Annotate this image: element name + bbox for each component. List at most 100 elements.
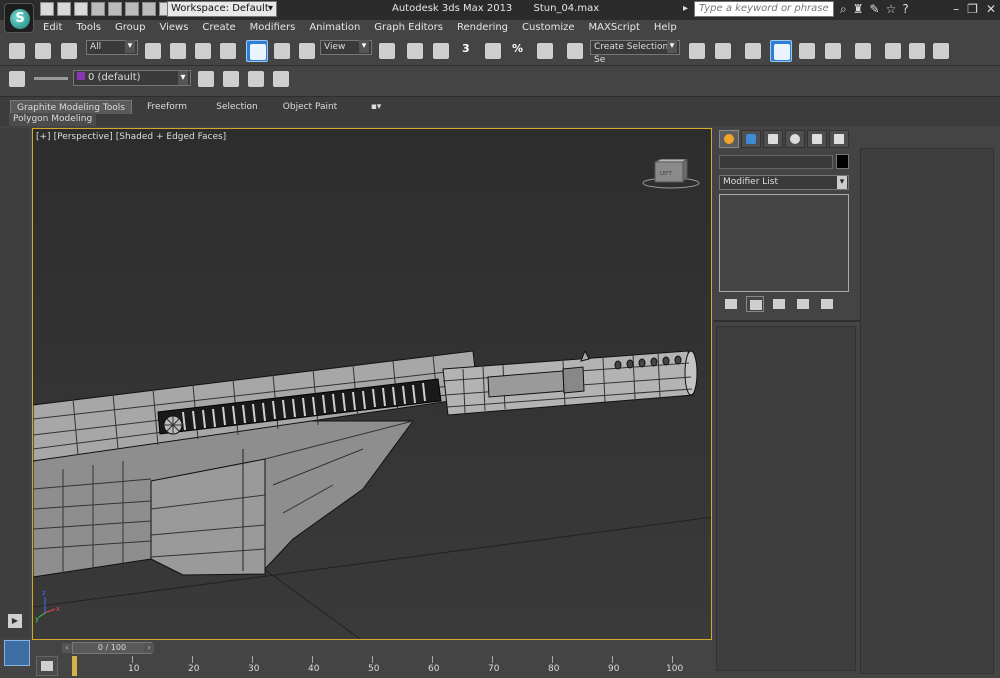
- rectangular-selection-icon[interactable]: [192, 40, 214, 62]
- tab-object-paint[interactable]: Object Paint: [280, 100, 340, 114]
- select-objects-in-layer-icon[interactable]: [245, 68, 267, 90]
- modifier-stack[interactable]: [719, 194, 849, 292]
- select-and-scale-icon[interactable]: [296, 40, 318, 62]
- selection-filter-dropdown[interactable]: All: [86, 40, 138, 55]
- viewport-point-of-view[interactable]: [Perspective]: [54, 132, 113, 142]
- tab-utilities[interactable]: [829, 130, 849, 148]
- graphite-toggle-icon[interactable]: [770, 40, 792, 62]
- window-crossing-icon[interactable]: [217, 40, 239, 62]
- viewcube[interactable]: LEFT: [641, 158, 701, 189]
- keyboard-shortcut-override-icon[interactable]: [430, 40, 452, 62]
- minimize-icon[interactable]: –: [953, 2, 959, 16]
- set-current-layer-icon[interactable]: [270, 68, 292, 90]
- binoculars-search-icon[interactable]: ⌕: [840, 2, 847, 17]
- menu-modifiers[interactable]: Modifiers: [243, 20, 303, 36]
- time-slider-next-icon[interactable]: ›: [144, 643, 154, 653]
- tab-hierarchy[interactable]: [763, 130, 783, 148]
- configure-modifier-sets-icon[interactable]: [818, 296, 836, 312]
- workspace-dropdown[interactable]: Workspace: Default: [167, 1, 277, 17]
- time-cursor[interactable]: [72, 656, 77, 676]
- info-center-toggle-icon[interactable]: ▸: [683, 3, 688, 14]
- percent-snap-button[interactable]: %: [512, 42, 523, 55]
- menu-rendering[interactable]: Rendering: [450, 20, 515, 36]
- render-setup-icon[interactable]: [882, 40, 904, 62]
- named-selection-dropdown[interactable]: Create Selection Se: [590, 40, 680, 65]
- new-file-icon[interactable]: [40, 2, 54, 16]
- menu-create[interactable]: Create: [195, 20, 242, 36]
- schematic-view-icon[interactable]: [822, 40, 844, 62]
- redo-dropdown-icon[interactable]: [142, 2, 156, 16]
- rendered-frame-window-icon[interactable]: [906, 40, 928, 62]
- select-and-link-icon[interactable]: [6, 40, 28, 62]
- edit-named-selection-icon[interactable]: [564, 40, 586, 62]
- save-file-icon[interactable]: [74, 2, 88, 16]
- menu-customize[interactable]: Customize: [515, 20, 582, 36]
- add-to-layer-icon[interactable]: [220, 68, 242, 90]
- viewport-shading-mode[interactable]: [Shaded + Edged Faces]: [116, 132, 226, 142]
- undo-icon[interactable]: [91, 2, 105, 16]
- viewport-plus-menu[interactable]: [+]: [36, 132, 51, 142]
- menu-group[interactable]: Group: [108, 20, 152, 36]
- use-pivot-center-icon[interactable]: [376, 40, 398, 62]
- panel-polygon-modeling[interactable]: Polygon Modeling: [9, 113, 97, 126]
- time-slider[interactable]: 0 / 100: [72, 642, 152, 654]
- menu-help[interactable]: Help: [647, 20, 684, 36]
- subscription-icon[interactable]: ♜: [853, 2, 864, 17]
- select-and-manipulate-icon[interactable]: [404, 40, 426, 62]
- communication-center-icon[interactable]: ✎: [870, 2, 880, 17]
- object-color-swatch[interactable]: [836, 154, 849, 169]
- spinner-snap-icon[interactable]: [534, 40, 556, 62]
- application-menu-button[interactable]: S: [4, 3, 34, 33]
- menu-tools[interactable]: Tools: [69, 20, 108, 36]
- tab-freeform[interactable]: Freeform: [140, 100, 194, 114]
- unlink-selection-icon[interactable]: [32, 40, 54, 62]
- restore-icon[interactable]: ❐: [967, 2, 978, 16]
- angle-snap-icon[interactable]: [482, 40, 504, 62]
- tab-graphite-modeling-tools[interactable]: Graphite Modeling Tools: [10, 100, 132, 114]
- tab-display[interactable]: [807, 130, 827, 148]
- layer-manager-small-icon[interactable]: [6, 68, 28, 90]
- favorites-star-icon[interactable]: ☆: [886, 2, 897, 17]
- align-icon[interactable]: [712, 40, 734, 62]
- select-and-rotate-icon[interactable]: [271, 40, 293, 62]
- snaps-toggle-button[interactable]: 3: [462, 42, 470, 55]
- close-icon[interactable]: ✕: [986, 2, 996, 16]
- viewport-label-menu[interactable]: [+] [Perspective] [Shaded + Edged Faces]: [36, 132, 229, 142]
- create-new-layer-icon[interactable]: [195, 68, 217, 90]
- material-editor-icon[interactable]: [852, 40, 874, 62]
- track-bar[interactable]: 10 20 30 40 50 60 70 80 90 100: [72, 656, 712, 678]
- undo-dropdown-icon[interactable]: [108, 2, 122, 16]
- make-unique-icon[interactable]: [770, 296, 788, 312]
- menu-edit[interactable]: Edit: [36, 20, 69, 36]
- mirror-icon[interactable]: [686, 40, 708, 62]
- search-input[interactable]: Type a keyword or phrase: [694, 1, 834, 17]
- tab-modify[interactable]: [741, 130, 761, 148]
- reference-coordinate-dropdown[interactable]: View: [320, 40, 372, 55]
- menu-animation[interactable]: Animation: [302, 20, 367, 36]
- select-object-icon[interactable]: [142, 40, 164, 62]
- select-and-move-icon[interactable]: [246, 40, 268, 62]
- remove-modifier-icon[interactable]: [794, 296, 812, 312]
- tab-create[interactable]: [719, 130, 739, 148]
- maximize-viewport-toggle[interactable]: [4, 640, 30, 666]
- menu-graph-editors[interactable]: Graph Editors: [367, 20, 450, 36]
- time-slider-prev-icon[interactable]: ‹: [62, 643, 72, 653]
- open-mini-curve-editor-icon[interactable]: [36, 656, 58, 676]
- render-production-icon[interactable]: [930, 40, 952, 62]
- tab-selection[interactable]: Selection: [210, 100, 264, 114]
- redo-icon[interactable]: [125, 2, 139, 16]
- help-icon[interactable]: ?: [902, 2, 908, 17]
- open-file-icon[interactable]: [57, 2, 71, 16]
- ribbon-options-icon[interactable]: ▪▾: [364, 100, 388, 114]
- modifier-list-dropdown[interactable]: Modifier List: [719, 175, 849, 190]
- current-layer-dropdown[interactable]: 0 (default): [73, 70, 191, 86]
- perspective-viewport[interactable]: z x y [+] [Perspective] [Shaded + Edged Fa…: [32, 128, 712, 640]
- layer-hidden-toggle[interactable]: [34, 77, 68, 80]
- curve-editor-icon[interactable]: [796, 40, 818, 62]
- pin-stack-icon[interactable]: [722, 296, 740, 312]
- expand-ribbon-icon[interactable]: ▶: [8, 614, 22, 628]
- select-by-name-icon[interactable]: [167, 40, 189, 62]
- menu-views[interactable]: Views: [152, 20, 195, 36]
- show-end-result-icon[interactable]: [746, 296, 764, 312]
- menu-maxscript[interactable]: MAXScript: [582, 20, 647, 36]
